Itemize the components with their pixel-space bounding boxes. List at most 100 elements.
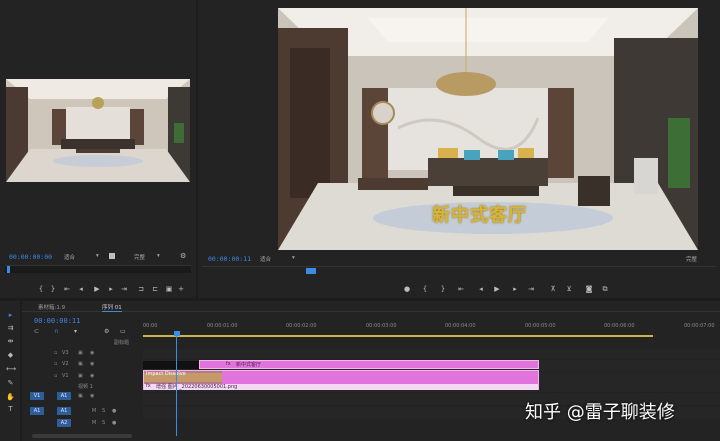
lift-button[interactable]: ⊼ xyxy=(548,284,558,294)
source-scrubber[interactable] xyxy=(5,265,191,273)
program-timecode: 00:00:00:11 xyxy=(208,255,252,263)
solo-button[interactable]: S xyxy=(102,420,105,426)
safe-margins-icon[interactable] xyxy=(109,253,115,259)
source-patch-v1[interactable]: V1 xyxy=(30,392,44,400)
selection-tool-icon[interactable]: ▸ xyxy=(6,311,15,320)
mic-icon[interactable]: ● xyxy=(112,408,116,414)
eye-icon[interactable]: ◉ xyxy=(90,373,94,379)
snap-icon[interactable]: ⊂ xyxy=(34,328,39,335)
source-fit-value: 适合 xyxy=(64,255,76,261)
transition-label: Impact Dissolve xyxy=(146,371,186,377)
type-tool-icon[interactable]: T xyxy=(6,405,15,414)
export-frame-button[interactable]: ▣ xyxy=(164,284,174,294)
eye-icon[interactable]: ◉ xyxy=(90,393,94,399)
play-button[interactable]: ▶ xyxy=(492,284,502,294)
program-quality-select[interactable]: 完整 xyxy=(686,255,716,263)
time-ruler[interactable]: 00:00 00:00:01:00 00:00:02:00 00:00:03:0… xyxy=(143,313,720,339)
clip-name-bar: fx 增强 图片 _20220630005001.png xyxy=(144,383,538,390)
sync-lock-icon[interactable]: ▣ xyxy=(78,373,83,379)
program-scrubber[interactable] xyxy=(202,266,716,274)
track-header-a1: V1 A1 ▣ ◉ xyxy=(22,392,142,402)
mute-button[interactable]: M xyxy=(92,420,96,426)
step-forward-button[interactable]: ▸ xyxy=(106,284,116,294)
ruler-label: 00:00:05:00 xyxy=(525,323,556,329)
pen-tool-icon[interactable]: ✎ xyxy=(6,379,15,388)
track-header-v1: ▫ V1 ▣ ◉ 视频 1 xyxy=(22,372,142,394)
insert-button[interactable]: ⊐ xyxy=(136,284,146,294)
fx-badge: fx xyxy=(146,383,151,389)
linked-selection-icon[interactable]: ∩ xyxy=(54,328,58,335)
source-preview xyxy=(6,79,190,182)
go-to-in-button[interactable]: ⇤ xyxy=(456,284,466,294)
go-to-in-button[interactable]: ⇤ xyxy=(62,284,72,294)
compare-button[interactable]: ⧉ xyxy=(600,284,610,294)
image-clip-label: 增强 图片 _20220630005001.png xyxy=(156,384,238,390)
step-back-button[interactable]: ◂ xyxy=(76,284,86,294)
slip-tool-icon[interactable]: ⟷ xyxy=(6,365,16,374)
track-header-v2: ▫ V2 ▣ ◉ xyxy=(22,360,142,370)
go-to-out-button[interactable]: ⇥ xyxy=(119,284,129,294)
hand-tool-icon[interactable]: ✋ xyxy=(6,393,15,402)
timeline-scrollbar[interactable] xyxy=(32,434,132,438)
mark-out-button[interactable]: } xyxy=(438,284,448,294)
track-label: 副标题 xyxy=(114,340,130,346)
track-label: V3 xyxy=(62,350,69,356)
source-quality-select[interactable]: 完整 ▾ xyxy=(134,253,174,261)
track-select-tool-icon[interactable]: ⇉ xyxy=(6,324,15,333)
title-clip[interactable]: fx 新中式客厅 xyxy=(199,360,539,369)
wrench-icon[interactable]: ⚙ xyxy=(104,328,109,335)
mark-out-button[interactable]: } xyxy=(48,284,58,294)
razor-tool-icon[interactable]: ◆ xyxy=(6,351,15,360)
lock-icon[interactable]: ▫ xyxy=(54,373,57,379)
tab-sequence[interactable]: 序列 01 xyxy=(102,303,122,312)
ripple-edit-tool-icon[interactable]: ⇹ xyxy=(6,337,15,346)
work-area-bar[interactable] xyxy=(143,335,653,337)
captions-icon[interactable]: ▭ xyxy=(120,328,126,335)
add-button[interactable]: + xyxy=(176,284,186,294)
track-target-a1[interactable]: A1 xyxy=(57,392,71,400)
program-fit-select[interactable]: 适合 ▾ xyxy=(260,255,300,263)
tab-project-bin[interactable]: 素材箱:1.9 xyxy=(38,303,65,311)
chevron-down-icon: ▾ xyxy=(292,255,295,261)
mute-button[interactable]: M xyxy=(92,408,96,414)
track-target-a2[interactable]: A2 xyxy=(57,419,71,427)
mic-icon[interactable]: ● xyxy=(112,420,116,426)
source-patch-a1[interactable]: A1 xyxy=(30,407,44,415)
sync-lock-icon[interactable]: ▣ xyxy=(78,361,83,367)
wrench-icon[interactable]: ⚙ xyxy=(180,252,186,260)
mark-in-button[interactable]: { xyxy=(36,284,46,294)
step-forward-button[interactable]: ▸ xyxy=(510,284,520,294)
sync-lock-icon[interactable]: ▣ xyxy=(78,393,83,399)
go-to-out-button[interactable]: ⇥ xyxy=(526,284,536,294)
lock-icon[interactable]: ▫ xyxy=(54,361,57,367)
ruler-label: 00:00:03:00 xyxy=(366,323,397,329)
ruler-label: 00:00:01:00 xyxy=(207,323,238,329)
program-monitor-panel: 新中式客厅 00:00:00:11 适合 ▾ 完整 ● { } ⇤ ◂ ▶ ▸ … xyxy=(198,0,720,298)
mark-in-button[interactable]: { xyxy=(420,284,430,294)
solo-button[interactable]: S xyxy=(102,408,105,414)
eye-icon[interactable]: ◉ xyxy=(90,350,94,356)
image-clip[interactable]: Impact Dissolve fx 增强 图片 _20220630005001… xyxy=(143,370,539,390)
timeline-tab-bar: 素材箱:1.9 序列 01 xyxy=(22,301,720,312)
extract-button[interactable]: ⊻ xyxy=(564,284,574,294)
playhead-handle[interactable] xyxy=(174,331,180,336)
source-fit-select[interactable]: 适合 ▾ xyxy=(64,253,104,261)
eye-icon[interactable]: ◉ xyxy=(90,361,94,367)
chevron-down-icon: ▾ xyxy=(157,253,160,259)
export-frame-button[interactable]: ◙ xyxy=(584,284,594,294)
track-target-a1[interactable]: A1 xyxy=(57,407,71,415)
sync-lock-icon[interactable]: ▣ xyxy=(78,350,83,356)
program-playhead[interactable] xyxy=(306,268,316,274)
step-back-button[interactable]: ◂ xyxy=(476,284,486,294)
add-marker-icon[interactable]: ▾ xyxy=(74,328,77,335)
clip-black-gap[interactable] xyxy=(143,361,199,369)
add-marker-button[interactable]: ● xyxy=(402,284,412,294)
track-lane-v3[interactable] xyxy=(143,349,720,359)
overwrite-button[interactable]: ⊏ xyxy=(150,284,160,294)
source-playhead[interactable] xyxy=(7,266,10,273)
program-fit-value: 适合 xyxy=(260,257,272,263)
source-preview-image xyxy=(6,79,190,182)
play-button[interactable]: ▶ xyxy=(92,284,102,294)
lock-icon[interactable]: ▫ xyxy=(54,350,57,356)
fx-badge: fx xyxy=(226,361,231,367)
